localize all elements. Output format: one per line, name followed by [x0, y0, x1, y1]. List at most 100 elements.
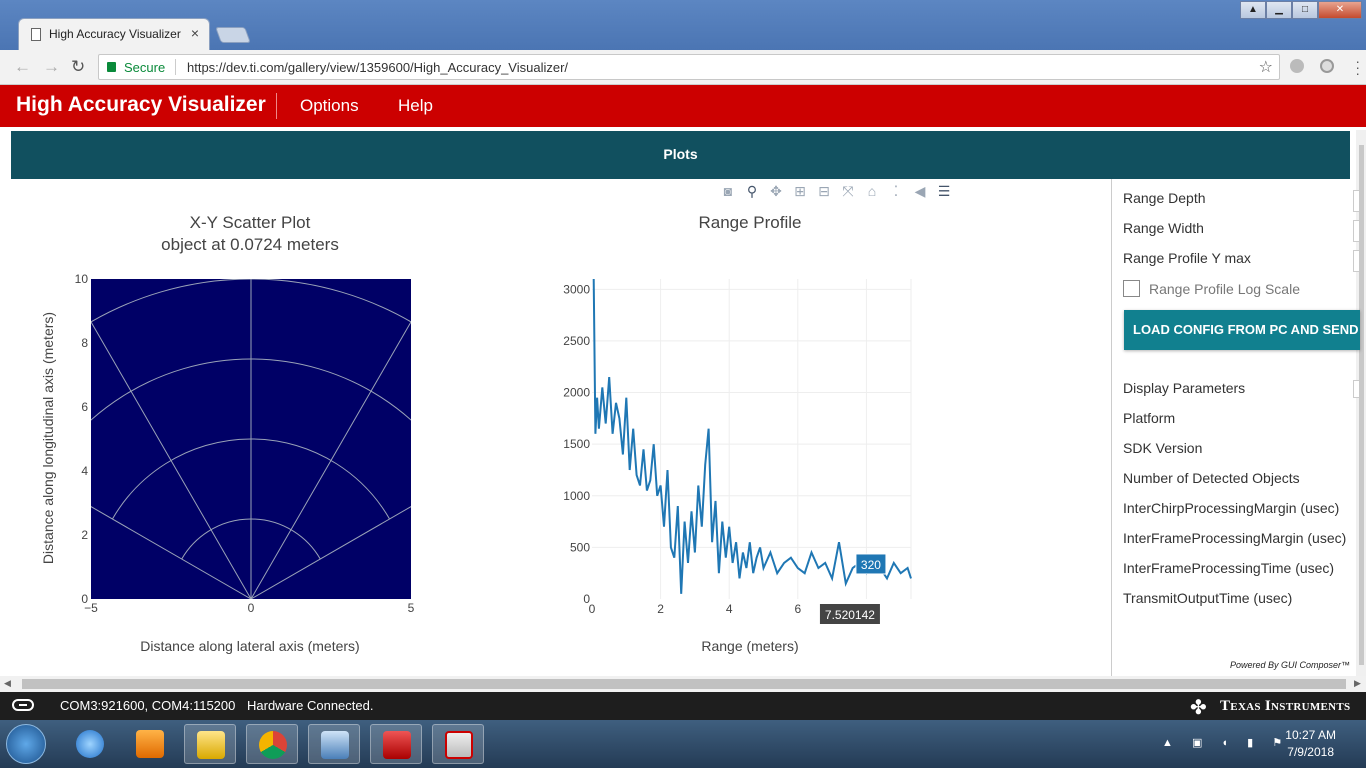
new-tab-button[interactable] [215, 27, 251, 43]
camera-icon[interactable]: ◙ [718, 182, 738, 200]
media-player-icon [136, 730, 164, 758]
url-text[interactable]: https://dev.ti.com/gallery/view/1359600/… [187, 60, 568, 75]
scatter-ytick: 0 [81, 592, 88, 606]
url-separator [175, 59, 176, 75]
user-icon[interactable]: ▲ [1240, 1, 1266, 19]
taskbar-explorer[interactable] [184, 724, 236, 764]
ti-logo-icon: ✤ [1190, 697, 1207, 719]
zoom-icon[interactable]: ⚲ [742, 182, 762, 200]
range-ytick: 2500 [563, 334, 590, 348]
browser-menu-icon[interactable]: · · · [1355, 54, 1360, 80]
scatter-ylabel: Distance along longitudinal axis (meters… [40, 312, 56, 564]
hover-compare-icon[interactable]: ☰ [934, 182, 954, 200]
browser-tab[interactable]: High Accuracy Visualizer × [18, 18, 210, 50]
clock-date: 7/9/2018 [1287, 745, 1334, 759]
range-ytick: 0 [583, 592, 590, 606]
range-profile-ymax-label: Range Profile Y max [1123, 250, 1251, 266]
window-controls: ▲ ▁ □ ✕ [1240, 1, 1362, 19]
system-tray-icons[interactable]: ▲ ▣ ◖ ▮ ⚑ [1162, 736, 1290, 749]
range-profile-title: Range Profile [698, 213, 801, 232]
interchirp-margin-label: InterChirpProcessingMargin (usec) [1123, 500, 1340, 516]
back-icon[interactable]: ← [14, 57, 31, 77]
port-status: COM3:921600, COM4:115200 [60, 698, 236, 713]
reload-icon[interactable]: ↻ [71, 57, 85, 77]
taskbar-ie[interactable] [64, 724, 116, 764]
pan-icon[interactable]: ✥ [766, 182, 786, 200]
start-button[interactable] [6, 724, 46, 764]
windows-taskbar: ▲ ▣ ◖ ▮ ⚑ 10:27 AM 7/9/2018 [0, 720, 1366, 768]
load-config-button[interactable]: LOAD CONFIG FROM PC AND SEND [1124, 310, 1360, 350]
scatter-xtick: 0 [248, 601, 255, 615]
powered-by-label: Powered By GUI Composer™ [1230, 660, 1351, 670]
hover-y-text: 320 [861, 558, 881, 572]
url-field[interactable]: Secure https://dev.ti.com/gallery/view/1… [98, 54, 1280, 80]
scatter-ytick: 10 [75, 272, 89, 286]
range-xtick: 4 [726, 602, 733, 616]
hover-x-label: 7.520142 [819, 604, 880, 624]
platform-label: Platform [1123, 410, 1176, 426]
range-profile-ymax-input[interactable] [1353, 250, 1359, 272]
taskbar-chrome[interactable] [246, 724, 298, 764]
taskbar-toolbox[interactable] [370, 724, 422, 764]
autoscale-icon[interactable]: ⤧ [838, 182, 858, 200]
range-profile-line[interactable] [592, 278, 912, 594]
minimize-button[interactable]: ▁ [1266, 1, 1292, 19]
interframe-margin-label: InterFrameProcessingMargin (usec) [1123, 530, 1347, 546]
tab-close-button[interactable]: × [191, 25, 199, 41]
transmit-output-time-label: TransmitOutputTime (usec) [1123, 590, 1293, 606]
home-icon[interactable]: ⌂ [862, 182, 882, 200]
menu-options[interactable]: Options [300, 96, 359, 116]
app-header: High Accuracy Visualizer Options Help [0, 85, 1366, 127]
bookmark-star-icon[interactable]: ☆ [1259, 57, 1273, 77]
ti-brand-name: Texas Instruments [1220, 698, 1351, 714]
settings-panel: Range Depth Range Width Range Profile Y … [1111, 179, 1360, 676]
range-profile-xlabel: Range (meters) [701, 638, 798, 654]
plots-header: Plots [11, 131, 1350, 179]
forward-icon[interactable]: → [43, 57, 60, 77]
range-profile-plot[interactable]: 024680500100015002000250030003207.520142 [563, 278, 912, 624]
taskbar-kaspersky[interactable] [432, 724, 484, 764]
hover-y-label: 320 [855, 553, 887, 575]
folder-icon [197, 731, 225, 759]
detected-objects-label: Number of Detected Objects [1123, 470, 1300, 486]
extension-icon[interactable] [1290, 59, 1304, 73]
maximize-button[interactable]: □ [1292, 1, 1318, 19]
close-window-button[interactable]: ✕ [1318, 1, 1362, 19]
extension-icon-2[interactable] [1320, 59, 1334, 73]
spike-icon[interactable]: ⁚ [886, 182, 906, 200]
plots-svg: X-Y Scatter Plot object at 0.0724 meters… [40, 213, 912, 654]
scatter-title-line2: object at 0.0724 meters [161, 235, 339, 254]
horizontal-scrollbar-thumb[interactable] [22, 679, 1346, 689]
taskbar-control-panel[interactable] [308, 724, 360, 764]
range-depth-input[interactable] [1353, 190, 1359, 212]
scatter-ytick: 4 [81, 464, 88, 478]
scroll-right-icon[interactable]: ▶ [1354, 678, 1361, 689]
link-icon[interactable] [12, 699, 34, 711]
interframe-time-label: InterFrameProcessingTime (usec) [1123, 560, 1335, 576]
range-ytick: 500 [570, 540, 590, 554]
range-depth-label: Range Depth [1123, 190, 1206, 206]
toolbox-icon [383, 731, 411, 759]
horizontal-scrollbar[interactable]: ◀ ▶ [0, 676, 1366, 692]
page-icon [31, 28, 41, 41]
hover-closest-icon[interactable]: ◀ [910, 182, 930, 200]
vertical-scrollbar-thumb[interactable] [1359, 145, 1364, 665]
browser-titlebar: High Accuracy Visualizer × ▲ ▁ □ ✕ [0, 0, 1366, 50]
display-parameters-toggle[interactable] [1353, 380, 1359, 398]
scatter-ytick: 2 [81, 528, 88, 542]
log-scale-label: Range Profile Log Scale [1149, 281, 1300, 297]
scatter-title-line1: X-Y Scatter Plot [190, 213, 311, 232]
hardware-status: Hardware Connected. [247, 698, 374, 713]
chrome-icon [259, 731, 287, 759]
menu-help[interactable]: Help [398, 96, 433, 116]
status-bar: COM3:921600, COM4:115200 Hardware Connec… [0, 692, 1366, 720]
scatter-ytick: 6 [81, 400, 88, 414]
clock[interactable]: 10:27 AM 7/9/2018 [1285, 728, 1336, 759]
scroll-left-icon[interactable]: ◀ [4, 678, 11, 689]
taskbar-media-player[interactable] [124, 724, 176, 764]
zoom-out-icon[interactable]: ⊟ [814, 182, 834, 200]
log-scale-checkbox[interactable] [1123, 280, 1140, 297]
scatter-xlabel: Distance along lateral axis (meters) [140, 638, 359, 654]
range-width-input[interactable] [1353, 220, 1359, 242]
zoom-in-icon[interactable]: ⊞ [790, 182, 810, 200]
